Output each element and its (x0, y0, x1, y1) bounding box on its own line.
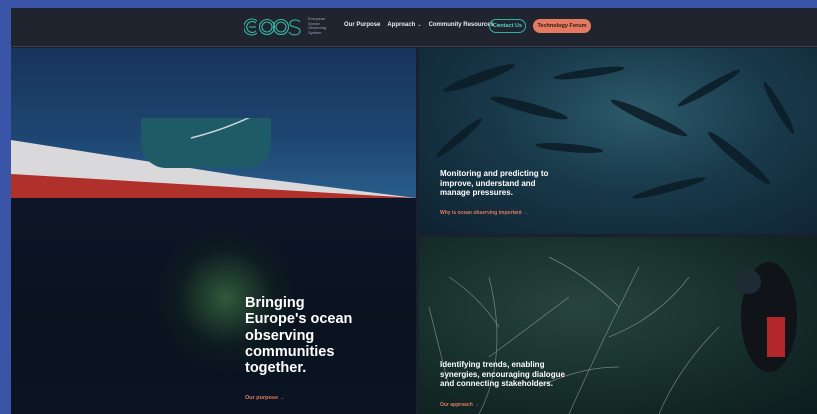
boat-and-fisherman-image (11, 118, 416, 198)
eoos-logo[interactable] (244, 16, 304, 38)
hero-panel: Bringing Europe's ocean observing commun… (11, 48, 416, 414)
hero-line: Bringing (245, 295, 305, 311)
monitoring-panel: Monitoring and predicting to improve, un… (419, 48, 817, 234)
hero-line: Europe's ocean (245, 311, 353, 328)
approach-headline: Identifying trends, enabling synergies, … (440, 360, 565, 389)
hero-line: together. (245, 360, 307, 377)
nav-approach[interactable]: Approach ⌄ (387, 22, 421, 28)
hero-headline: Bringing Europe's ocean observing commun… (245, 295, 415, 376)
our-approach-link[interactable]: Our approach → (440, 402, 479, 408)
nav-label: Approach (387, 22, 416, 28)
hero-line: observing (245, 327, 315, 344)
website-frame: European Ocean Observing System Our Purp… (11, 8, 817, 414)
main-nav: Our Purpose Approach ⌄ Community Resourc… (344, 22, 500, 28)
nav-label: Community Resources (428, 22, 494, 28)
contact-us-button[interactable]: Contact Us (489, 19, 526, 33)
technology-forum-button[interactable]: Technology Forum (533, 19, 591, 33)
chevron-down-icon: ⌄ (417, 22, 422, 28)
site-header: European Ocean Observing System Our Purp… (11, 8, 817, 47)
logo-tagline: European Ocean Observing System (308, 16, 342, 35)
headline-line: and connecting stakeholders. (440, 379, 553, 389)
headline-line: improve, understand and (440, 178, 536, 188)
approach-panel: Identifying trends, enabling synergies, … (419, 237, 817, 414)
nav-our-purpose[interactable]: Our Purpose (344, 22, 380, 28)
tagline-line: System (308, 29, 322, 35)
headline-line: manage pressures. (440, 188, 513, 198)
monitoring-headline: Monitoring and predicting to improve, un… (440, 169, 548, 198)
headline-line: Identifying trends, enabling (440, 360, 545, 369)
headline-line: synergies, encouraging dialogue (440, 369, 565, 379)
fish-school-silhouettes (435, 64, 795, 199)
headline-line: Monitoring and predicting to (440, 169, 549, 178)
nav-label: Our Purpose (344, 22, 381, 28)
our-purpose-link[interactable]: Our purpose → (245, 395, 285, 401)
ocean-observing-link[interactable]: Why is ocean observing important → (440, 210, 528, 216)
hero-line: communities (245, 343, 335, 360)
